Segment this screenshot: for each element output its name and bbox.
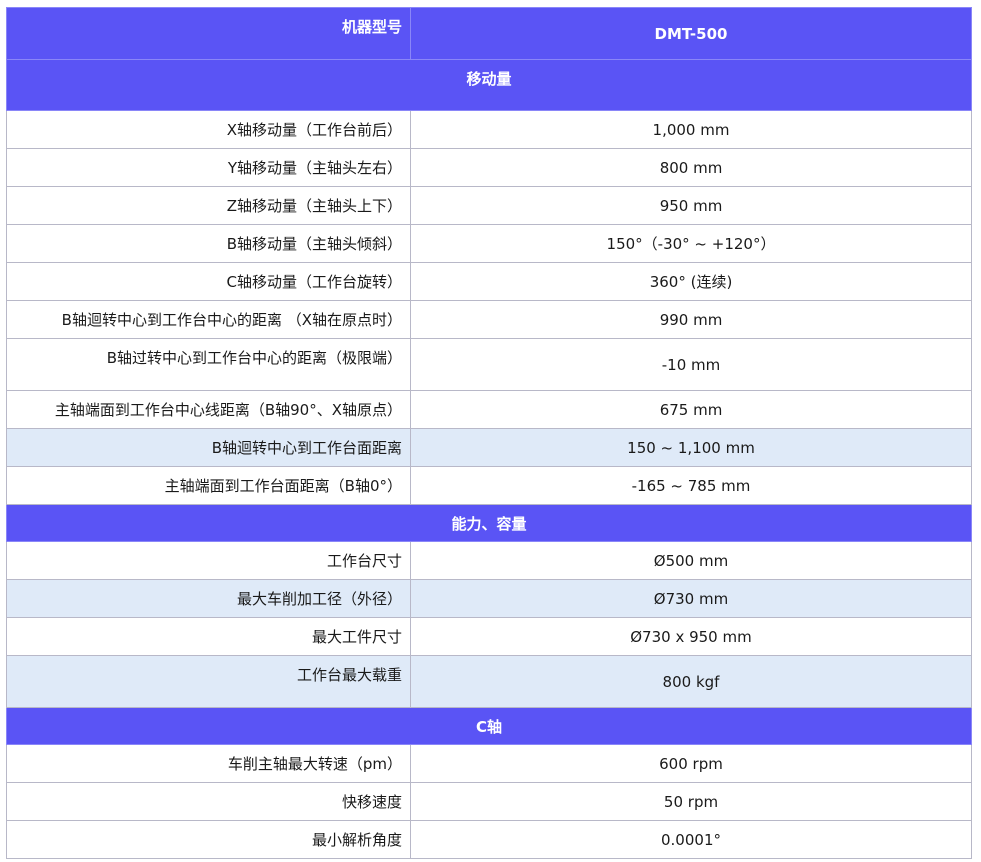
row-label: Y轴移动量（主轴头左右） [6, 148, 411, 187]
row-label: Z轴移动量（主轴头上下） [6, 186, 411, 225]
row-label: 车削主轴最大转速（pm） [6, 744, 411, 783]
row-label: 主轴端面到工作台面距离（B轴0°） [6, 466, 411, 505]
section-header: C轴 [6, 707, 972, 745]
row-value: 50 rpm [410, 782, 972, 821]
row-label: B轴过转中心到工作台中心的距离（极限端） [6, 338, 411, 391]
table-row: B轴迴转中心到工作台中心的距离 （X轴在原点时） 990 mm [6, 300, 972, 339]
table-row: C轴移动量（工作台旋转） 360° (连续) [6, 262, 972, 301]
row-label: B轴迴转中心到工作台中心的距离 （X轴在原点时） [6, 300, 411, 339]
section-title: 移动量 [6, 59, 972, 111]
row-value: 1,000 mm [410, 110, 972, 149]
row-label: C轴移动量（工作台旋转） [6, 262, 411, 301]
table-row: 工作台尺寸 Ø500 mm [6, 541, 972, 580]
table-row: Z轴移动量（主轴头上下） 950 mm [6, 186, 972, 225]
row-value: 0.0001° [410, 820, 972, 859]
row-label: 快移速度 [6, 782, 411, 821]
section-header: 能力、容量 [6, 504, 972, 542]
table-row: 最大车削加工径（外径） Ø730 mm [6, 579, 972, 618]
row-value: 150°（-30° ~ +120°） [410, 224, 972, 263]
row-label: 最小解析角度 [6, 820, 411, 859]
row-value: 800 mm [410, 148, 972, 187]
section-title: C轴 [6, 707, 972, 745]
row-label: B轴移动量（主轴头倾斜） [6, 224, 411, 263]
table-row: 主轴端面到工作台面距离（B轴0°） -165 ~ 785 mm [6, 466, 972, 505]
section-header: 移动量 [6, 59, 972, 111]
table-row: B轴迴转中心到工作台面距离 150 ~ 1,100 mm [6, 428, 972, 467]
spec-table: 机器型号 DMT-500 移动量 X轴移动量（工作台前后） 1,000 mm Y… [6, 7, 972, 859]
table-row: 主轴端面到工作台中心线距离（B轴90°、X轴原点） 675 mm [6, 390, 972, 429]
row-label: X轴移动量（工作台前后） [6, 110, 411, 149]
row-label: 最大工件尺寸 [6, 617, 411, 656]
header-row: 机器型号 DMT-500 [6, 7, 972, 60]
table-row: X轴移动量（工作台前后） 1,000 mm [6, 110, 972, 149]
row-label: B轴迴转中心到工作台面距离 [6, 428, 411, 467]
table-row: B轴移动量（主轴头倾斜） 150°（-30° ~ +120°） [6, 224, 972, 263]
row-label: 工作台最大载重 [6, 655, 411, 708]
table-row: 最小解析角度 0.0001° [6, 820, 972, 859]
row-value: Ø730 x 950 mm [410, 617, 972, 656]
row-label: 工作台尺寸 [6, 541, 411, 580]
row-value: 800 kgf [410, 655, 972, 708]
row-value: 990 mm [410, 300, 972, 339]
row-value: 150 ~ 1,100 mm [410, 428, 972, 467]
section-title: 能力、容量 [6, 504, 972, 542]
row-value: 600 rpm [410, 744, 972, 783]
row-value: 675 mm [410, 390, 972, 429]
table-row: B轴过转中心到工作台中心的距离（极限端） -10 mm [6, 338, 972, 391]
table-row: Y轴移动量（主轴头左右） 800 mm [6, 148, 972, 187]
row-value: 360° (连续) [410, 262, 972, 301]
model-label: 机器型号 [6, 7, 411, 60]
row-value: 950 mm [410, 186, 972, 225]
row-label: 最大车削加工径（外径） [6, 579, 411, 618]
row-value: -165 ~ 785 mm [410, 466, 972, 505]
row-value: -10 mm [410, 338, 972, 391]
row-label: 主轴端面到工作台中心线距离（B轴90°、X轴原点） [6, 390, 411, 429]
row-value: Ø730 mm [410, 579, 972, 618]
model-value: DMT-500 [410, 7, 972, 60]
row-value: Ø500 mm [410, 541, 972, 580]
table-row: 工作台最大载重 800 kgf [6, 655, 972, 708]
table-row: 车削主轴最大转速（pm） 600 rpm [6, 744, 972, 783]
table-row: 最大工件尺寸 Ø730 x 950 mm [6, 617, 972, 656]
table-row: 快移速度 50 rpm [6, 782, 972, 821]
